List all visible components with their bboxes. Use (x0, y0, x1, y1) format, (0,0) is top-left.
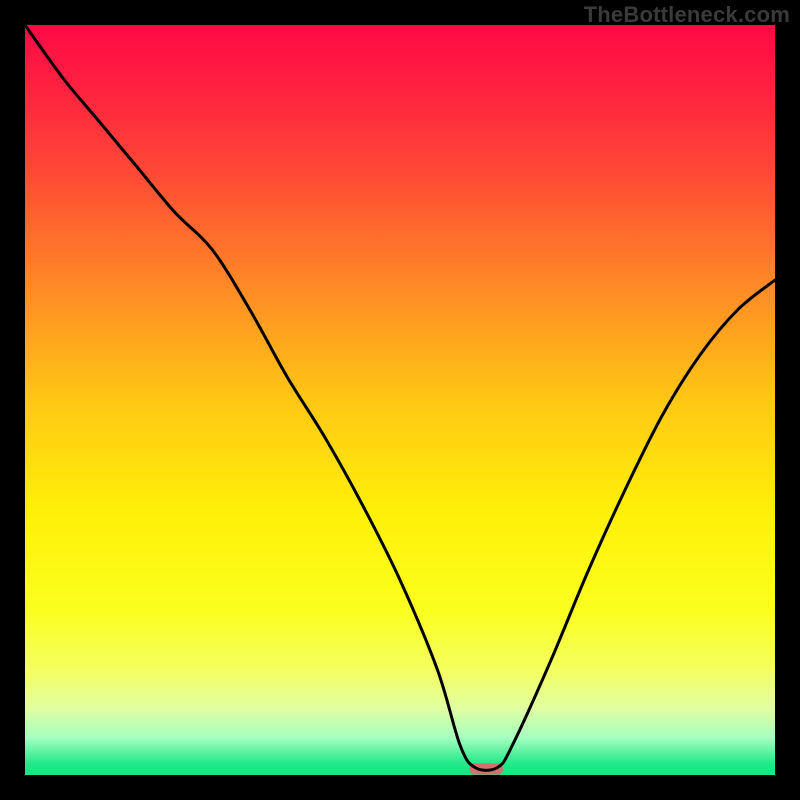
plot-area (25, 25, 775, 775)
bottleneck-chart (25, 25, 775, 775)
watermark-text: TheBottleneck.com (584, 2, 790, 28)
plot-background (25, 25, 775, 775)
chart-frame: TheBottleneck.com (0, 0, 800, 800)
